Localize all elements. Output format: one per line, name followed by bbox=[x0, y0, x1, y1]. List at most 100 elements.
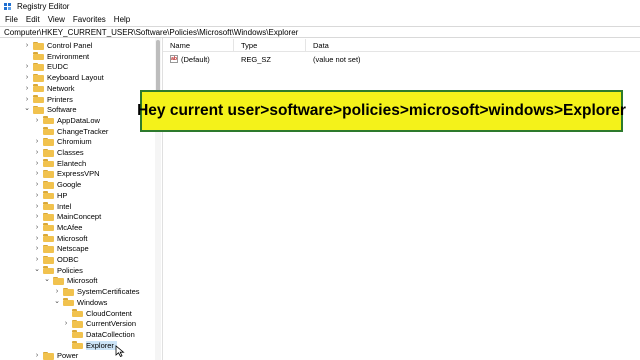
folder-icon bbox=[43, 255, 54, 264]
tree-scrollbar[interactable] bbox=[155, 38, 161, 360]
tree-item-label: ExpressVPN bbox=[57, 169, 100, 179]
tree-item-label: Microsoft bbox=[57, 233, 88, 243]
tree-item[interactable]: Explorer bbox=[63, 340, 117, 351]
chevron-right-icon[interactable]: › bbox=[63, 320, 69, 328]
tree-item[interactable]: › Microsoft bbox=[34, 233, 88, 244]
chevron-down-icon[interactable]: ⌄ bbox=[44, 275, 50, 283]
tree-item[interactable]: › Classes bbox=[34, 147, 84, 158]
column-data-header[interactable]: Data bbox=[313, 41, 329, 50]
tree-item-label: Control Panel bbox=[47, 41, 93, 50]
chevron-right-icon[interactable]: › bbox=[34, 149, 40, 157]
tree-item[interactable]: › Control Panel bbox=[24, 40, 93, 51]
tree-item[interactable]: ChangeTracker bbox=[34, 126, 108, 137]
menu-edit[interactable]: Edit bbox=[26, 15, 40, 24]
folder-icon bbox=[33, 84, 44, 93]
tree-item-label: Software bbox=[47, 105, 77, 115]
chevron-right-icon[interactable]: › bbox=[34, 234, 40, 242]
tree-item[interactable]: › ExpressVPN bbox=[34, 168, 100, 179]
tree-item[interactable]: ⌄ Windows bbox=[54, 297, 107, 308]
menu-favorites[interactable]: Favorites bbox=[73, 15, 106, 24]
tree-item[interactable]: › MainConcept bbox=[34, 211, 101, 222]
tree-item[interactable]: ⌄ Policies bbox=[34, 265, 83, 276]
chevron-right-icon[interactable]: › bbox=[34, 138, 40, 146]
value-row[interactable]: ab (Default) REG_SZ (value not set) bbox=[163, 54, 640, 65]
tree-item[interactable]: Environment bbox=[24, 51, 89, 62]
registry-tree[interactable]: › Control Panel Environment › EUDC › Keyboard … bbox=[0, 38, 155, 360]
chevron-right-icon[interactable]: › bbox=[34, 223, 40, 231]
chevron-down-icon[interactable]: ⌄ bbox=[54, 297, 60, 305]
tree-item[interactable]: DataCollection bbox=[63, 329, 135, 340]
menu-file[interactable]: File bbox=[5, 15, 18, 24]
tree-item-label: ODBC bbox=[57, 255, 79, 264]
tree-item-label: Explorer bbox=[86, 340, 117, 350]
menu-bar: File Edit View Favorites Help bbox=[0, 13, 640, 25]
chevron-right-icon[interactable]: › bbox=[24, 42, 30, 50]
column-type-header[interactable]: Type bbox=[241, 41, 257, 50]
tree-item[interactable]: › Power bbox=[34, 350, 78, 360]
chevron-right-icon[interactable]: › bbox=[34, 170, 40, 178]
chevron-right-icon[interactable]: › bbox=[34, 256, 40, 264]
tree-item[interactable]: ⌄ Software bbox=[24, 104, 77, 115]
tree-item-label: Environment bbox=[47, 51, 90, 61]
tree-item[interactable]: › EUDC bbox=[24, 61, 68, 72]
chevron-right-icon[interactable]: › bbox=[24, 84, 30, 92]
tree-item-label: Policies bbox=[57, 265, 83, 275]
tree-item[interactable]: › Netscape bbox=[34, 243, 89, 254]
tree-item[interactable]: › Printers bbox=[24, 94, 73, 105]
tree-item-label: Microsoft bbox=[67, 276, 98, 286]
address-bar[interactable]: Computer\HKEY_CURRENT_USER\Software\Poli… bbox=[0, 26, 640, 38]
folder-icon bbox=[43, 223, 54, 232]
chevron-down-icon[interactable]: ⌄ bbox=[24, 104, 30, 112]
folder-icon bbox=[43, 137, 54, 146]
tree-item[interactable]: › McAfee bbox=[34, 222, 83, 233]
values-list[interactable]: Name Type Data ab (Default) REG_SZ (valu… bbox=[163, 38, 640, 360]
no-expander bbox=[63, 330, 69, 338]
string-value-icon: ab bbox=[170, 55, 178, 63]
tree-item-label: ChangeTracker bbox=[57, 126, 109, 136]
tree-item[interactable]: › ODBC bbox=[34, 254, 79, 265]
address-path[interactable]: Computer\HKEY_CURRENT_USER\Software\Poli… bbox=[4, 28, 298, 37]
chevron-right-icon[interactable]: › bbox=[54, 288, 60, 296]
tree-item-label: Intel bbox=[57, 201, 72, 211]
chevron-down-icon[interactable]: ⌄ bbox=[34, 265, 40, 273]
chevron-right-icon[interactable]: › bbox=[34, 245, 40, 253]
chevron-right-icon[interactable]: › bbox=[34, 191, 40, 199]
folder-icon bbox=[43, 180, 54, 189]
chevron-right-icon[interactable]: › bbox=[34, 352, 40, 360]
folder-icon bbox=[53, 276, 64, 285]
chevron-right-icon[interactable]: › bbox=[34, 116, 40, 124]
menu-help[interactable]: Help bbox=[114, 15, 130, 24]
tree-item-label: Printers bbox=[47, 94, 73, 104]
folder-icon bbox=[33, 52, 44, 61]
no-expander bbox=[34, 127, 40, 135]
column-name-header[interactable]: Name bbox=[170, 41, 190, 50]
chevron-right-icon[interactable]: › bbox=[34, 213, 40, 221]
tree-item[interactable]: › Elantech bbox=[34, 158, 86, 169]
tree-item-label: Classes bbox=[57, 148, 84, 157]
folder-icon bbox=[43, 116, 54, 125]
menu-view[interactable]: View bbox=[48, 15, 65, 24]
tree-item[interactable]: › CurrentVersion bbox=[63, 318, 136, 329]
tree-item[interactable]: › Network bbox=[24, 83, 75, 94]
tree-item-label: EUDC bbox=[47, 62, 69, 72]
chevron-right-icon[interactable]: › bbox=[34, 159, 40, 167]
chevron-right-icon[interactable]: › bbox=[24, 95, 30, 103]
tree-item[interactable]: › SystemCertificates bbox=[54, 286, 140, 297]
tree-item[interactable]: › AppDataLow bbox=[34, 115, 100, 126]
chevron-right-icon[interactable]: › bbox=[24, 74, 30, 82]
values-list-header: Name Type Data bbox=[163, 38, 640, 52]
tree-item[interactable]: ⌄ Microsoft bbox=[44, 275, 97, 286]
chevron-right-icon[interactable]: › bbox=[34, 202, 40, 210]
tree-item[interactable]: › Chromium bbox=[34, 136, 92, 147]
tree-item[interactable]: › Intel bbox=[34, 201, 71, 212]
chevron-right-icon[interactable]: › bbox=[34, 181, 40, 189]
tree-item-label: McAfee bbox=[57, 222, 83, 232]
folder-icon bbox=[43, 234, 54, 243]
tree-item[interactable]: › Keyboard Layout bbox=[24, 72, 104, 83]
tree-item[interactable]: › HP bbox=[34, 190, 68, 201]
tree-item[interactable]: › Google bbox=[34, 179, 81, 190]
chevron-right-icon[interactable]: › bbox=[24, 63, 30, 71]
tree-item[interactable]: CloudContent bbox=[63, 308, 132, 319]
folder-icon bbox=[43, 159, 54, 168]
folder-icon bbox=[72, 309, 83, 317]
